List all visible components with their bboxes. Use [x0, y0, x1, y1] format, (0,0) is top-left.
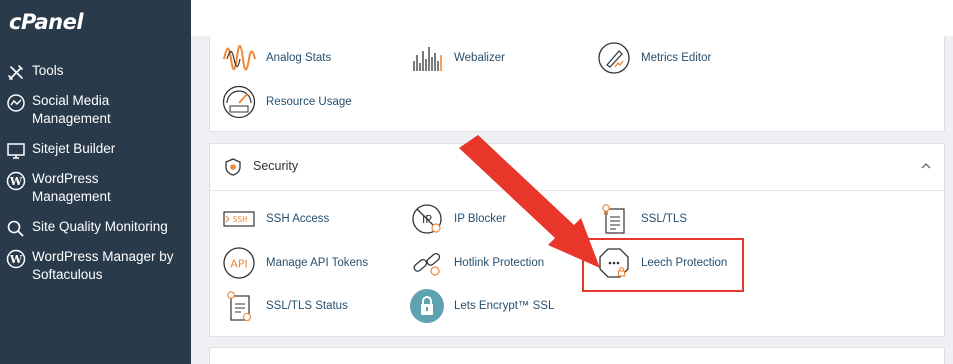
- sidebar-item-label: Social Media Management: [32, 93, 111, 126]
- section-title: Security: [253, 159, 299, 173]
- sidebar-item-social-media[interactable]: Social Media Management: [6, 92, 188, 128]
- sidebar-item-wp-softaculous[interactable]: W WordPress Manager by Softaculous: [6, 248, 188, 284]
- app-lets-encrypt[interactable]: Lets Encrypt™ SSL: [410, 289, 554, 323]
- metrics-panel: Analog Stats Webalizer Metrics Editor Re…: [209, 36, 945, 132]
- svg-text:W: W: [9, 175, 23, 188]
- app-label: SSH Access: [266, 213, 330, 225]
- leech-protection-icon: [599, 248, 629, 278]
- sitejet-icon: [7, 143, 25, 159]
- next-panel: [209, 347, 945, 364]
- svg-text:W: W: [9, 253, 23, 266]
- app-label: Lets Encrypt™ SSL: [454, 300, 555, 312]
- social-media-icon: [7, 94, 25, 112]
- sidebar-item-label: Sitejet Builder: [32, 141, 116, 156]
- sidebar-item-tools[interactable]: Tools: [6, 62, 188, 83]
- app-resource-usage[interactable]: Resource Usage: [222, 85, 352, 119]
- metrics-editor-icon: [598, 42, 630, 74]
- app-manage-api-tokens[interactable]: API Manage API Tokens: [222, 246, 368, 280]
- app-label: Manage API Tokens: [266, 257, 369, 269]
- ip-blocker-icon: IP: [412, 204, 442, 234]
- sidebar-item-label: Site Quality Monitoring: [32, 219, 168, 234]
- ssl-status-icon: [227, 291, 252, 322]
- shield-icon: [225, 158, 241, 176]
- security-panel: Security SSH SSH Access IP IP Blocker SS…: [209, 143, 945, 337]
- app-label: Leech Protection: [641, 257, 728, 269]
- lets-encrypt-icon: [410, 289, 444, 323]
- ssh-icon: SSH: [223, 211, 255, 227]
- webalizer-icon: [413, 47, 442, 71]
- app-ssh-access[interactable]: SSH SSH Access: [222, 202, 329, 236]
- app-label: IP Blocker: [454, 213, 507, 225]
- app-webalizer[interactable]: Webalizer: [410, 41, 505, 75]
- app-leech-protection[interactable]: Leech Protection: [597, 246, 727, 280]
- sidebar-item-label: WordPress Manager by Softaculous: [32, 249, 174, 282]
- app-label: Webalizer: [454, 52, 505, 64]
- security-panel-header[interactable]: Security: [210, 144, 944, 191]
- app-ssl-tls-status[interactable]: SSL/TLS Status: [222, 289, 348, 323]
- svg-text:SSH: SSH: [233, 215, 248, 224]
- analog-stats-icon: [223, 45, 256, 71]
- app-label: Resource Usage: [266, 96, 352, 108]
- sidebar-item-sitejet[interactable]: Sitejet Builder: [6, 140, 188, 161]
- wordpress-icon: W: [6, 249, 26, 269]
- hotlink-icon: [413, 252, 441, 276]
- sidebar-item-wordpress[interactable]: W WordPress Management: [6, 170, 188, 206]
- app-hotlink-protection[interactable]: Hotlink Protection: [410, 246, 544, 280]
- sidebar-item-label: Tools: [32, 63, 64, 78]
- svg-text:API: API: [230, 258, 247, 271]
- sidebar-item-site-quality[interactable]: Site Quality Monitoring: [6, 218, 188, 239]
- api-icon: API: [223, 247, 255, 279]
- app-label: SSL/TLS: [641, 213, 688, 225]
- tools-icon: [8, 65, 23, 80]
- sidebar-item-label: WordPress Management: [32, 171, 111, 204]
- app-label: SSL/TLS Status: [266, 300, 348, 312]
- search-icon: [7, 220, 24, 237]
- app-ip-blocker[interactable]: IP IP Blocker: [410, 202, 506, 236]
- app-label: Metrics Editor: [641, 52, 712, 64]
- ssl-tls-icon: [602, 204, 625, 234]
- app-analog-stats[interactable]: Analog Stats: [222, 41, 331, 75]
- svg-text:IP: IP: [422, 213, 432, 226]
- chevron-up-icon[interactable]: [920, 160, 932, 172]
- resource-usage-icon: [222, 85, 256, 119]
- app-label: Hotlink Protection: [454, 257, 545, 269]
- wordpress-icon: W: [6, 171, 26, 191]
- app-ssl-tls[interactable]: SSL/TLS: [597, 202, 687, 236]
- top-header: [191, 0, 953, 36]
- cpanel-logo[interactable]: cPanel: [9, 10, 84, 34]
- app-label: Analog Stats: [266, 52, 332, 64]
- sidebar: cPanel Tools Social Media Management Sit…: [0, 0, 191, 364]
- app-metrics-editor[interactable]: Metrics Editor: [597, 41, 711, 75]
